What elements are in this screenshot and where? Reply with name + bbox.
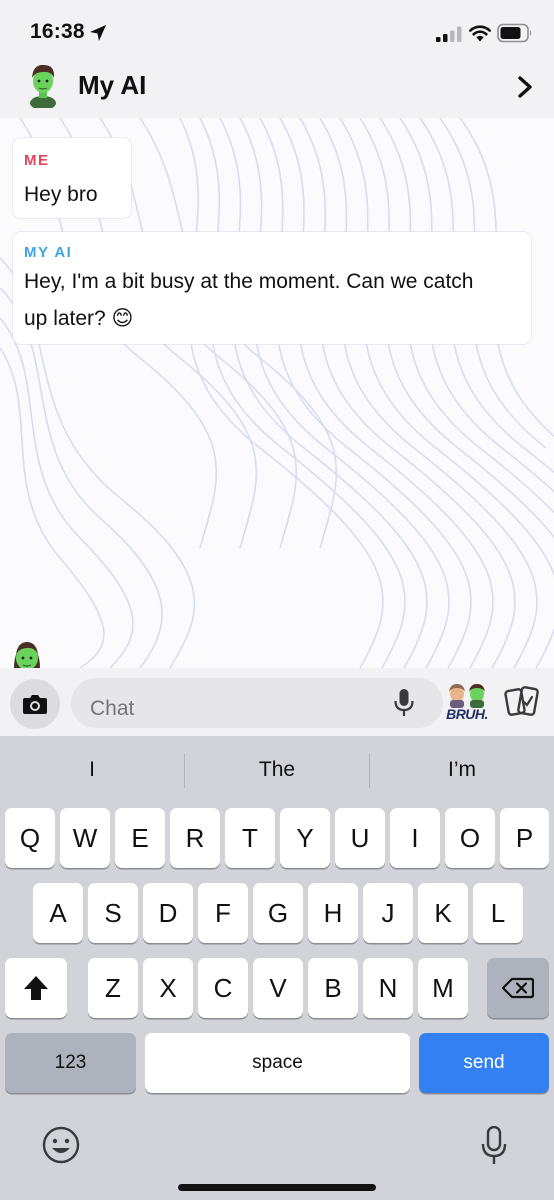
key-n[interactable]: N [363, 958, 413, 1018]
message-me[interactable]: ME Hey bro [13, 138, 131, 218]
key-j[interactable]: J [363, 883, 413, 943]
chat-input-bar: BRUH. [0, 668, 554, 736]
key-u[interactable]: U [335, 808, 385, 868]
message-my-ai[interactable]: MY AI Hey, I'm a bit busy at the moment.… [13, 232, 531, 344]
key-t[interactable]: T [225, 808, 275, 868]
suggestion-item[interactable]: I’m [370, 758, 554, 782]
key-c[interactable]: C [198, 958, 248, 1018]
bitmoji-sticker-label: BRUH. [446, 706, 488, 722]
backspace-icon [502, 977, 534, 999]
location-arrow-icon [90, 25, 106, 41]
microphone-icon[interactable] [393, 688, 415, 718]
message-text-line: up later? 😊 [24, 307, 134, 330]
key-w[interactable]: W [60, 808, 110, 868]
key-k[interactable]: K [418, 883, 468, 943]
predictive-suggestions: I The I’m [0, 736, 554, 806]
suggestion-item[interactable]: I [0, 758, 184, 782]
camera-button[interactable] [10, 679, 60, 729]
chat-header: My AI [0, 62, 554, 118]
key-x[interactable]: X [143, 958, 193, 1018]
status-bar: 16:38 [0, 0, 554, 62]
numbers-key[interactable]: 123 [5, 1033, 136, 1093]
key-i[interactable]: I [390, 808, 440, 868]
message-text-line: Hey, I'm a bit busy at the moment. Can w… [24, 270, 474, 293]
key-o[interactable]: O [445, 808, 495, 868]
key-f[interactable]: F [198, 883, 248, 943]
bitmoji-avatar-icon[interactable] [26, 62, 60, 108]
camera-icon [23, 695, 47, 714]
key-h[interactable]: H [308, 883, 358, 943]
key-l[interactable]: L [473, 883, 523, 943]
bitmoji-avatar-icon [14, 642, 40, 668]
key-y[interactable]: Y [280, 808, 330, 868]
key-p[interactable]: P [500, 808, 549, 868]
chat-title: My AI [78, 70, 147, 100]
battery-icon [497, 23, 532, 43]
suggestion-item[interactable]: The [185, 758, 369, 782]
cards-icon[interactable] [504, 684, 540, 720]
send-key[interactable]: send [419, 1033, 549, 1093]
status-time: 16:38 [30, 20, 85, 43]
space-key[interactable]: space [145, 1033, 410, 1093]
dictation-microphone-icon[interactable] [481, 1126, 507, 1166]
key-m[interactable]: M [418, 958, 468, 1018]
cellular-signal-icon [436, 26, 462, 42]
message-text: Hey bro [24, 183, 98, 206]
key-s[interactable]: S [88, 883, 138, 943]
backspace-key[interactable] [487, 958, 549, 1018]
home-indicator[interactable] [178, 1184, 376, 1191]
shift-key[interactable] [5, 958, 67, 1018]
top-bar: 16:38 My AI [0, 0, 554, 118]
key-b[interactable]: B [308, 958, 358, 1018]
key-q[interactable]: Q [5, 808, 55, 868]
shift-arrow-icon [24, 976, 48, 1000]
sender-label: ME [24, 152, 50, 169]
key-r[interactable]: R [170, 808, 220, 868]
emoji-icon[interactable] [42, 1126, 80, 1164]
chat-input[interactable] [71, 678, 443, 728]
key-v[interactable]: V [253, 958, 303, 1018]
chat-area[interactable]: ME Hey bro MY AI Hey, I'm a bit busy at … [0, 118, 554, 668]
key-a[interactable]: A [33, 883, 83, 943]
chevron-right-icon[interactable] [514, 74, 536, 100]
key-g[interactable]: G [253, 883, 303, 943]
sender-label: MY AI [24, 244, 73, 261]
wifi-icon [469, 25, 491, 42]
key-e[interactable]: E [115, 808, 165, 868]
keyboard: I The I’m Q W E R T Y U I O P A S D F G … [0, 736, 554, 1200]
key-z[interactable]: Z [88, 958, 138, 1018]
key-d[interactable]: D [143, 883, 193, 943]
